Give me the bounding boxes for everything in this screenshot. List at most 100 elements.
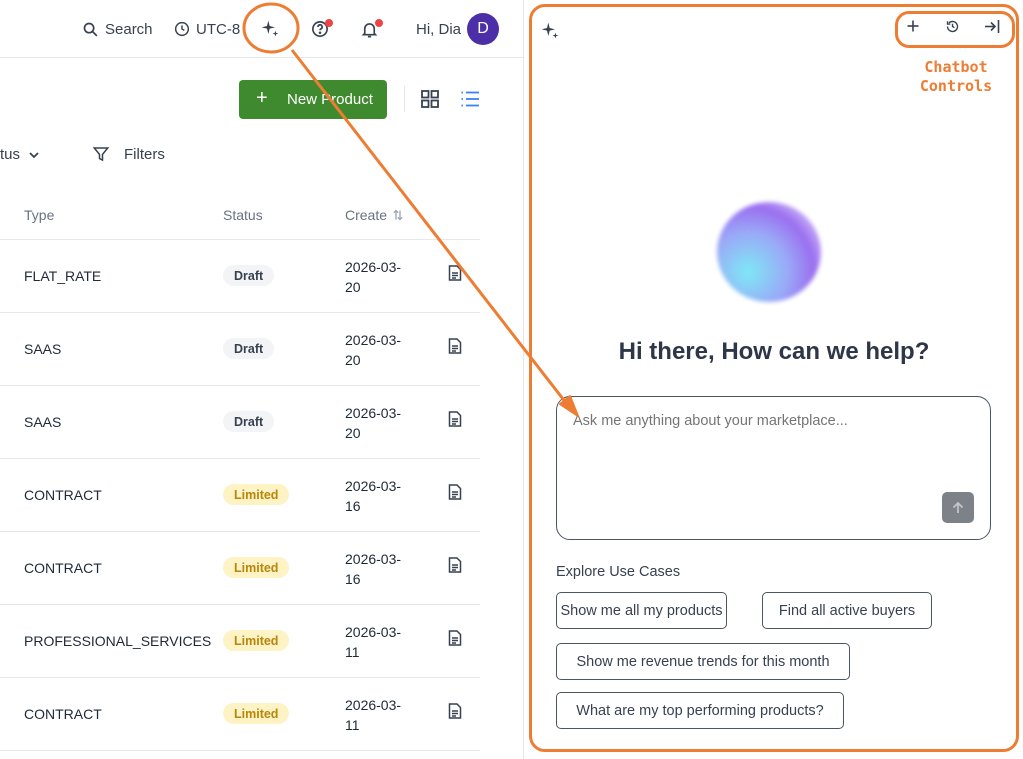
timezone-button[interactable]: UTC-8: [174, 16, 240, 42]
collapse-panel-button[interactable]: [984, 19, 1000, 39]
cell-created-date: 2026-03-16: [345, 551, 402, 587]
status-filter-label: tus: [0, 146, 21, 163]
chevron-down-icon: [29, 151, 39, 158]
pane-divider[interactable]: [523, 0, 524, 759]
document-icon: [448, 703, 462, 719]
list-view-button[interactable]: [460, 89, 480, 114]
status-badge: Limited: [223, 630, 290, 651]
table-row[interactable]: FLAT_RATE Draft 2026-03-20: [0, 240, 480, 313]
filters-label: Filters: [124, 145, 165, 163]
document-icon: [448, 557, 462, 573]
filter-icon: [92, 147, 110, 162]
cell-type: SAAS: [24, 341, 62, 357]
chatbot-controls-annotation: Chatbot Controls: [902, 58, 1010, 96]
view-document-button[interactable]: [448, 265, 462, 286]
cell-created-date: 2026-03-20: [345, 332, 402, 368]
search-icon: [83, 22, 98, 36]
status-badge: Limited: [223, 484, 290, 505]
filters-button[interactable]: Filters: [92, 145, 165, 163]
document-icon: [448, 338, 462, 354]
chatbot-greeting: Hi there, How can we help?: [618, 338, 930, 365]
avatar[interactable]: D: [467, 13, 499, 45]
explore-use-cases-title: Explore Use Cases: [556, 564, 681, 580]
table-row[interactable]: CONTRACT Limited 2026-03-16: [0, 532, 480, 605]
use-case-chip[interactable]: Show me all my products: [556, 592, 727, 629]
status-filter-dropdown[interactable]: tus: [0, 146, 40, 163]
use-case-chip[interactable]: What are my top performing products?: [556, 692, 844, 729]
cell-created-date: 2026-03-16: [345, 478, 402, 514]
product-table-body: FLAT_RATE Draft 2026-03-20 SAAS Draft 2026-03…: [0, 240, 480, 751]
search-label: Search: [105, 20, 153, 38]
sparkle-icon: [261, 20, 279, 37]
table-row[interactable]: CONTRACT Limited 2026-03-11: [0, 678, 480, 751]
collapse-panel-icon: [985, 20, 1000, 33]
chatbot-logo: [540, 21, 560, 46]
status-badge: Draft: [223, 338, 275, 359]
grid-view-button[interactable]: [420, 89, 440, 114]
chat-history-button[interactable]: [945, 19, 960, 39]
sort-icon[interactable]: [392, 209, 404, 221]
use-case-chip[interactable]: Show me revenue trends for this month: [556, 643, 850, 680]
notification-dot: [375, 18, 383, 27]
new-product-button[interactable]: + New Product: [239, 80, 387, 119]
view-document-button[interactable]: [448, 630, 462, 651]
assistant-orb: [717, 202, 821, 302]
document-icon: [448, 484, 462, 500]
ai-assistant-button[interactable]: [260, 16, 280, 42]
cell-created-date: 2026-03-20: [345, 405, 402, 441]
chat-input[interactable]: [556, 396, 991, 540]
status-badge: Draft: [223, 411, 275, 432]
new-chat-button[interactable]: [906, 19, 920, 38]
column-header-type[interactable]: Type: [24, 207, 54, 223]
status-badge: Limited: [223, 557, 290, 578]
chatbot-panel: Chatbot Controls Hi there, How can we he…: [529, 4, 1019, 752]
notifications-button[interactable]: [360, 16, 383, 42]
list-view-icon: [461, 91, 479, 107]
new-product-label: New Product: [287, 91, 373, 108]
plus-icon: +: [256, 87, 268, 109]
cell-type: CONTRACT: [24, 487, 102, 503]
view-document-button[interactable]: [448, 338, 462, 359]
document-icon: [448, 630, 462, 646]
column-header-create[interactable]: Create: [345, 207, 404, 223]
clock-icon: [174, 21, 190, 37]
plus-icon: [907, 20, 919, 32]
document-icon: [448, 411, 462, 427]
table-row[interactable]: CONTRACT Limited 2026-03-16: [0, 459, 480, 532]
cell-created-date: 2026-03-11: [345, 697, 402, 733]
view-document-button[interactable]: [448, 703, 462, 724]
table-row[interactable]: PROFESSIONAL_SERVICES Limited 2026-03-11: [0, 605, 480, 678]
user-greeting[interactable]: Hi, Dia: [416, 16, 461, 42]
toolbar-divider: [404, 86, 405, 112]
send-button[interactable]: [942, 492, 974, 523]
cell-type: FLAT_RATE: [24, 268, 102, 284]
column-header-create-label: Create: [345, 207, 388, 223]
cell-created-date: 2026-03-11: [345, 624, 402, 660]
help-button[interactable]: [311, 16, 333, 42]
history-icon: [946, 20, 959, 33]
table-row[interactable]: SAAS Draft 2026-03-20: [0, 313, 480, 386]
cell-type: CONTRACT: [24, 560, 102, 576]
document-icon: [448, 265, 462, 281]
use-case-chip[interactable]: Find all active buyers: [762, 592, 932, 629]
table-row[interactable]: SAAS Draft 2026-03-20: [0, 386, 480, 459]
search-button[interactable]: Search: [82, 16, 153, 42]
view-document-button[interactable]: [448, 557, 462, 578]
cell-type: SAAS: [24, 414, 62, 430]
notification-dot: [325, 19, 333, 27]
status-badge: Limited: [223, 703, 290, 724]
annotation-line-1: Chatbot: [924, 58, 988, 76]
annotation-line-2: Controls: [919, 77, 993, 95]
cell-type: CONTRACT: [24, 706, 102, 722]
cell-created-date: 2026-03-20: [345, 259, 402, 295]
top-bar: Search UTC-8 Hi, Dia D: [0, 0, 524, 58]
sparkle-icon: [541, 22, 559, 39]
arrow-up-icon: [952, 501, 964, 513]
column-header-status[interactable]: Status: [223, 207, 263, 223]
view-document-button[interactable]: [448, 411, 462, 432]
grid-view-icon: [421, 90, 439, 108]
cell-type: PROFESSIONAL_SERVICES: [24, 633, 212, 649]
timezone-label: UTC-8: [196, 20, 241, 38]
status-badge: Draft: [223, 265, 275, 286]
view-document-button[interactable]: [448, 484, 462, 505]
